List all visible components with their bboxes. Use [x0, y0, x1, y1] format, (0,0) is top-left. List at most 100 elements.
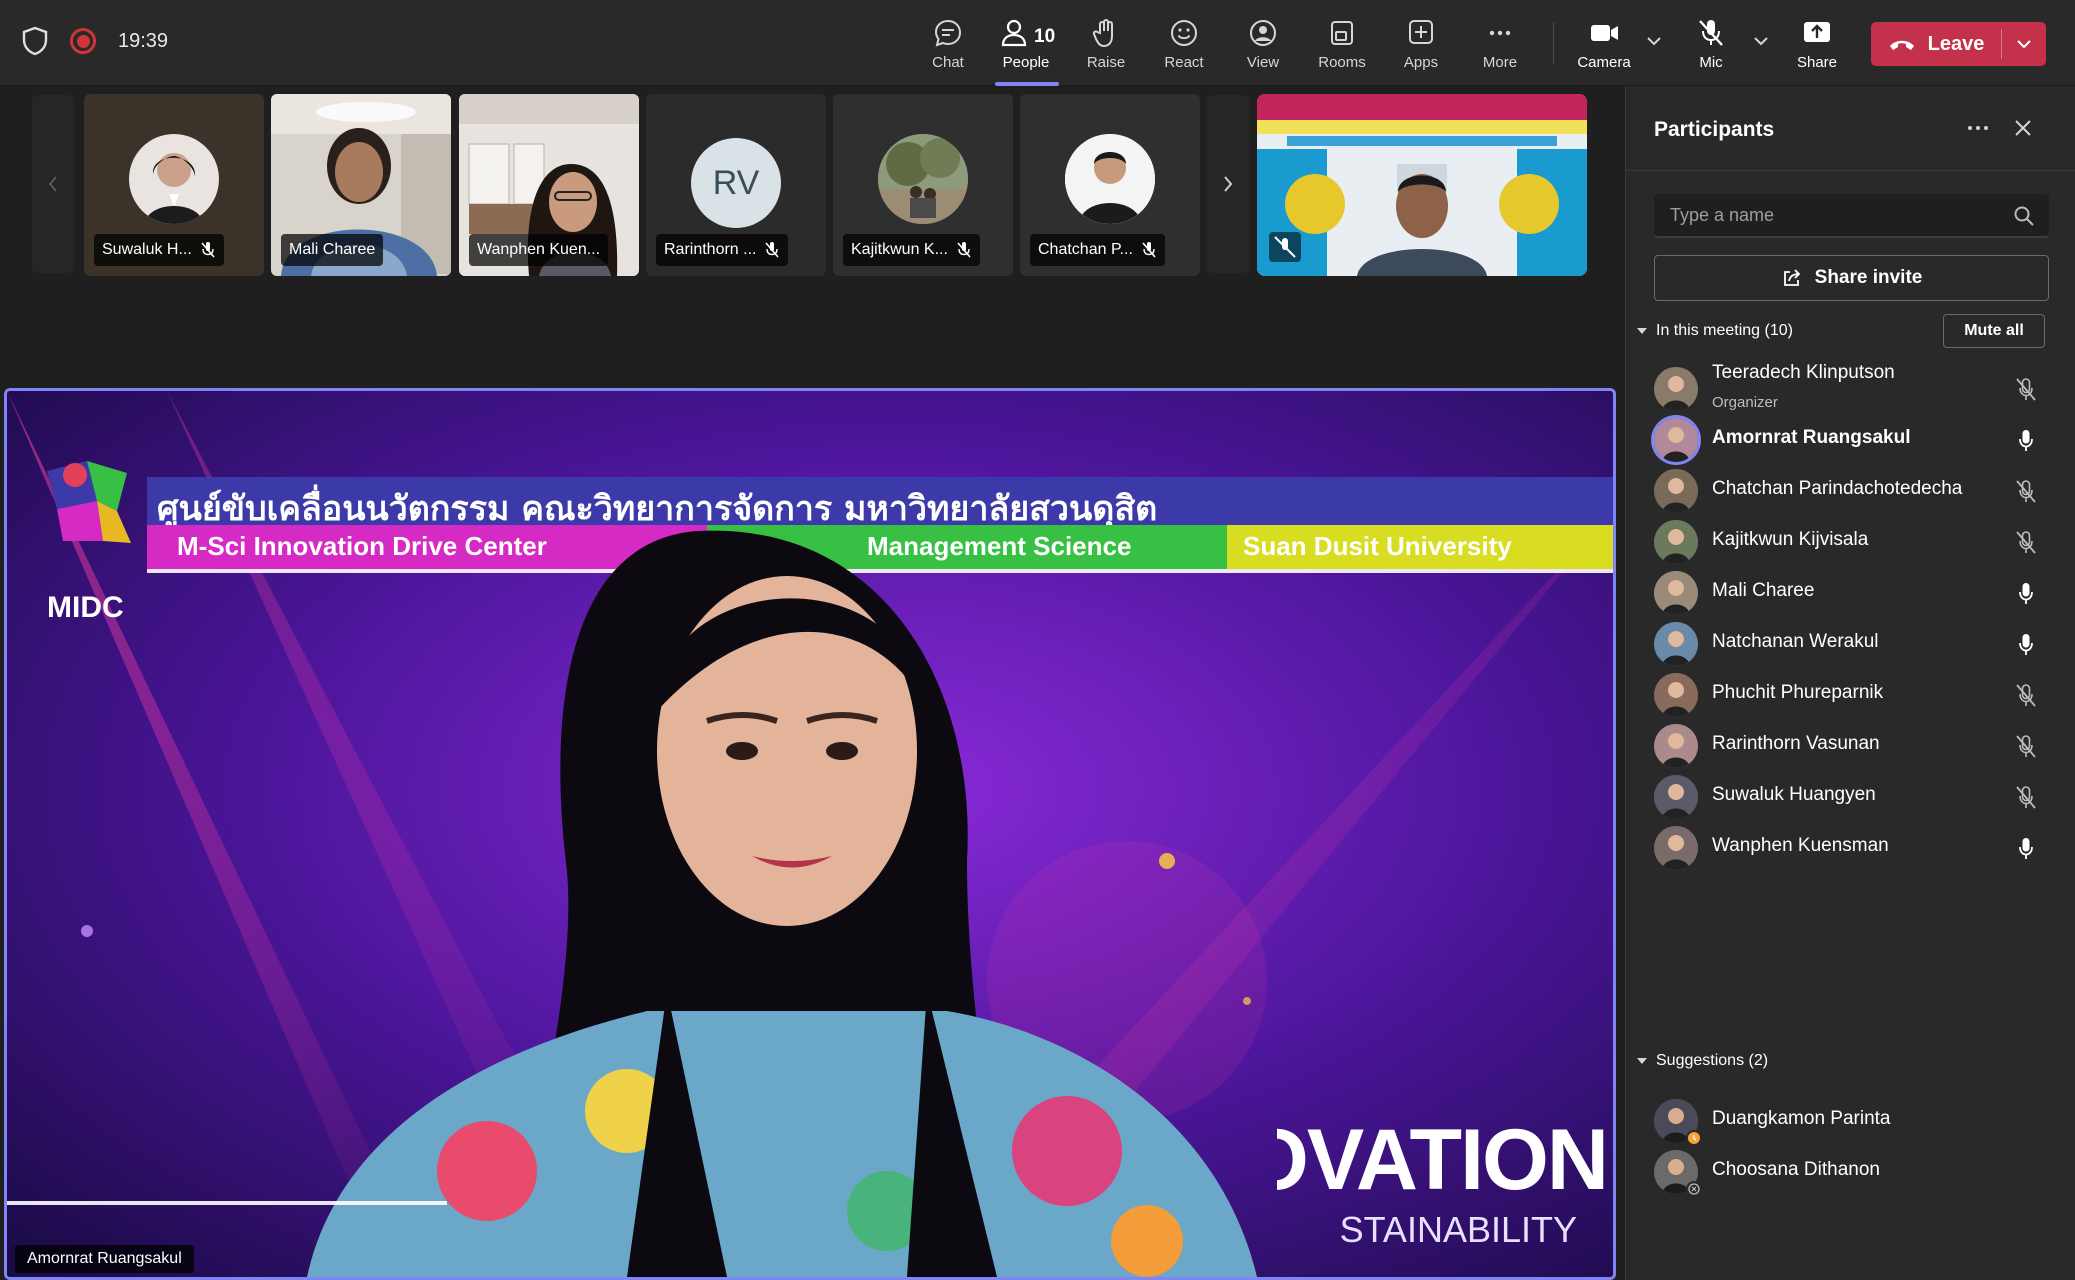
react-button[interactable]: React	[1149, 16, 1219, 78]
participant-name: Suwaluk Huangyen	[1712, 784, 1876, 805]
mic-label: Mic	[1699, 54, 1723, 71]
mic-off-icon[interactable]	[2014, 478, 2038, 504]
chevron-right-icon	[1224, 176, 1233, 192]
avatar	[1654, 367, 1698, 411]
people-count-badge: 10	[1034, 26, 1056, 47]
mic-off-icon[interactable]	[2014, 376, 2038, 402]
participant-name: Chatchan Parindachotedecha	[1712, 478, 1963, 499]
participant-name: Teeradech Klinputson	[1712, 362, 1895, 383]
mic-off-icon[interactable]	[2014, 682, 2038, 708]
suggestions-label: Suggestions (2)	[1656, 1052, 1769, 1069]
avatar	[878, 134, 968, 224]
more-button[interactable]: More	[1465, 16, 1535, 78]
main-speaker-video[interactable]: ศูนย์ขับเคลื่อนนวัตกรรม คณะวิทยาการจัดกา…	[4, 388, 1616, 1280]
participant-tile-chatchan[interactable]: Chatchan P...	[1020, 94, 1200, 276]
shield-icon[interactable]	[22, 26, 48, 56]
participant-tile-rarinthorn[interactable]: RV Rarinthorn ...	[646, 94, 826, 276]
participant-name: Chatchan P...	[1038, 241, 1133, 258]
in-meeting-section-header[interactable]: In this meeting (10)	[1636, 322, 1793, 340]
mic-on-icon[interactable]	[2014, 580, 2038, 606]
strip-next-button[interactable]	[1207, 95, 1249, 273]
caret-down-icon	[1637, 1058, 1647, 1064]
leave-options-button[interactable]	[2002, 22, 2046, 66]
participant-tile-suwaluk[interactable]: Suwaluk H...	[84, 94, 264, 276]
avatar	[1654, 418, 1698, 462]
mic-off-icon	[957, 242, 971, 258]
background-word-sustainability: SUSTAINABILITY	[1337, 1209, 1577, 1250]
participant-tile-kajitkwun[interactable]: Kajitkwun K...	[833, 94, 1013, 276]
avatar	[1654, 520, 1698, 564]
hand-icon	[1092, 19, 1113, 48]
camera-label: Camera	[1577, 54, 1631, 71]
chat-button[interactable]: Chat	[913, 16, 983, 78]
participant-name: Kajitkwun Kijvisala	[1712, 529, 1869, 550]
search-input[interactable]	[1654, 194, 1994, 236]
participant-tile-mali[interactable]: Mali Charee	[271, 94, 451, 276]
apps-label: Apps	[1403, 54, 1439, 71]
avatar	[1065, 134, 1155, 224]
mic-options-chevron-icon[interactable]	[1752, 34, 1770, 48]
offline-status-icon	[1686, 1181, 1702, 1197]
mic-off-icon[interactable]	[2014, 784, 2038, 810]
view-label: View	[1246, 54, 1280, 71]
rooms-button[interactable]: Rooms	[1307, 16, 1377, 78]
mic-button[interactable]: Mic	[1676, 16, 1746, 78]
teams-meeting-window: 19:39 Chat People 10 Raise React View Ro…	[0, 0, 2075, 1280]
caret-down-icon	[1637, 328, 1647, 334]
in-meeting-label: In this meeting (10)	[1656, 322, 1793, 339]
participant-name: Mali Charee	[289, 241, 376, 258]
speaker-name-tag: Amornrat Ruangsakul	[15, 1245, 194, 1273]
decor-line	[7, 1201, 447, 1205]
participants-panel: Participants Share invite In this meetin…	[1625, 86, 2075, 1280]
avatar	[1654, 571, 1698, 615]
background-word-innovation: INNOVATION	[1277, 1112, 1607, 1208]
more-dots-icon	[1489, 30, 1511, 36]
chat-icon	[934, 19, 962, 47]
avatar	[1654, 622, 1698, 666]
close-icon[interactable]	[2011, 116, 2035, 140]
rooms-label: Rooms	[1318, 54, 1366, 71]
leave-label: Leave	[1927, 32, 1985, 55]
suggestions-section-header[interactable]: Suggestions (2)	[1636, 1052, 1768, 1070]
participant-name: Rarinthorn Vasunan	[1712, 733, 1880, 754]
more-dots-icon	[1968, 126, 1988, 130]
panel-more-button[interactable]	[1964, 114, 1992, 142]
active-tab-indicator	[995, 82, 1059, 86]
participant-tile-wanphen[interactable]: Wanphen Kuen...	[459, 94, 639, 276]
avatar	[1654, 724, 1698, 768]
participant-row[interactable]: Wanphen Kuensman	[1626, 815, 2075, 881]
strip-prev-button[interactable]	[32, 95, 74, 273]
participant-name: Mali Charee	[1712, 580, 1815, 601]
mic-off-icon[interactable]	[2014, 733, 2038, 759]
share-invite-button[interactable]: Share invite	[1654, 255, 2049, 301]
share-screen-icon	[1804, 22, 1830, 42]
mic-off-icon	[1699, 20, 1723, 46]
participant-name: Phuchit Phureparnik	[1712, 682, 1884, 703]
raise-hand-button[interactable]: Raise	[1071, 16, 1141, 78]
search-icon	[2014, 206, 2034, 226]
share-button[interactable]: Share	[1782, 16, 1852, 78]
participant-name-tag: Rarinthorn ...	[656, 234, 789, 266]
meeting-toolbar: 19:39 Chat People 10 Raise React View Ro…	[0, 0, 2075, 86]
mute-all-button[interactable]: Mute all	[1943, 314, 2045, 348]
chevron-down-icon	[2017, 40, 2031, 49]
mic-on-icon[interactable]	[2014, 631, 2038, 657]
mic-off-icon	[1142, 242, 1156, 258]
view-button[interactable]: View	[1228, 16, 1298, 78]
camera-button[interactable]: Camera	[1569, 16, 1639, 78]
people-icon	[1001, 19, 1027, 47]
participant-name: Kajitkwun K...	[851, 241, 948, 258]
mic-off-icon[interactable]	[2014, 529, 2038, 555]
mic-on-icon[interactable]	[2014, 427, 2038, 453]
mic-on-icon[interactable]	[2014, 835, 2038, 861]
apps-button[interactable]: Apps	[1386, 16, 1456, 78]
avatar	[1654, 775, 1698, 819]
suggestion-name: Choosana Dithanon	[1712, 1159, 1880, 1180]
panel-title: Participants	[1654, 118, 1775, 141]
leave-button[interactable]: Leave	[1871, 22, 2001, 66]
meeting-timer: 19:39	[118, 29, 169, 52]
camera-options-chevron-icon[interactable]	[1645, 34, 1663, 48]
organizer-video-tile[interactable]	[1257, 94, 1587, 276]
suggestion-row[interactable]: Choosana Dithanon	[1626, 1139, 2075, 1205]
avatar	[129, 134, 219, 224]
